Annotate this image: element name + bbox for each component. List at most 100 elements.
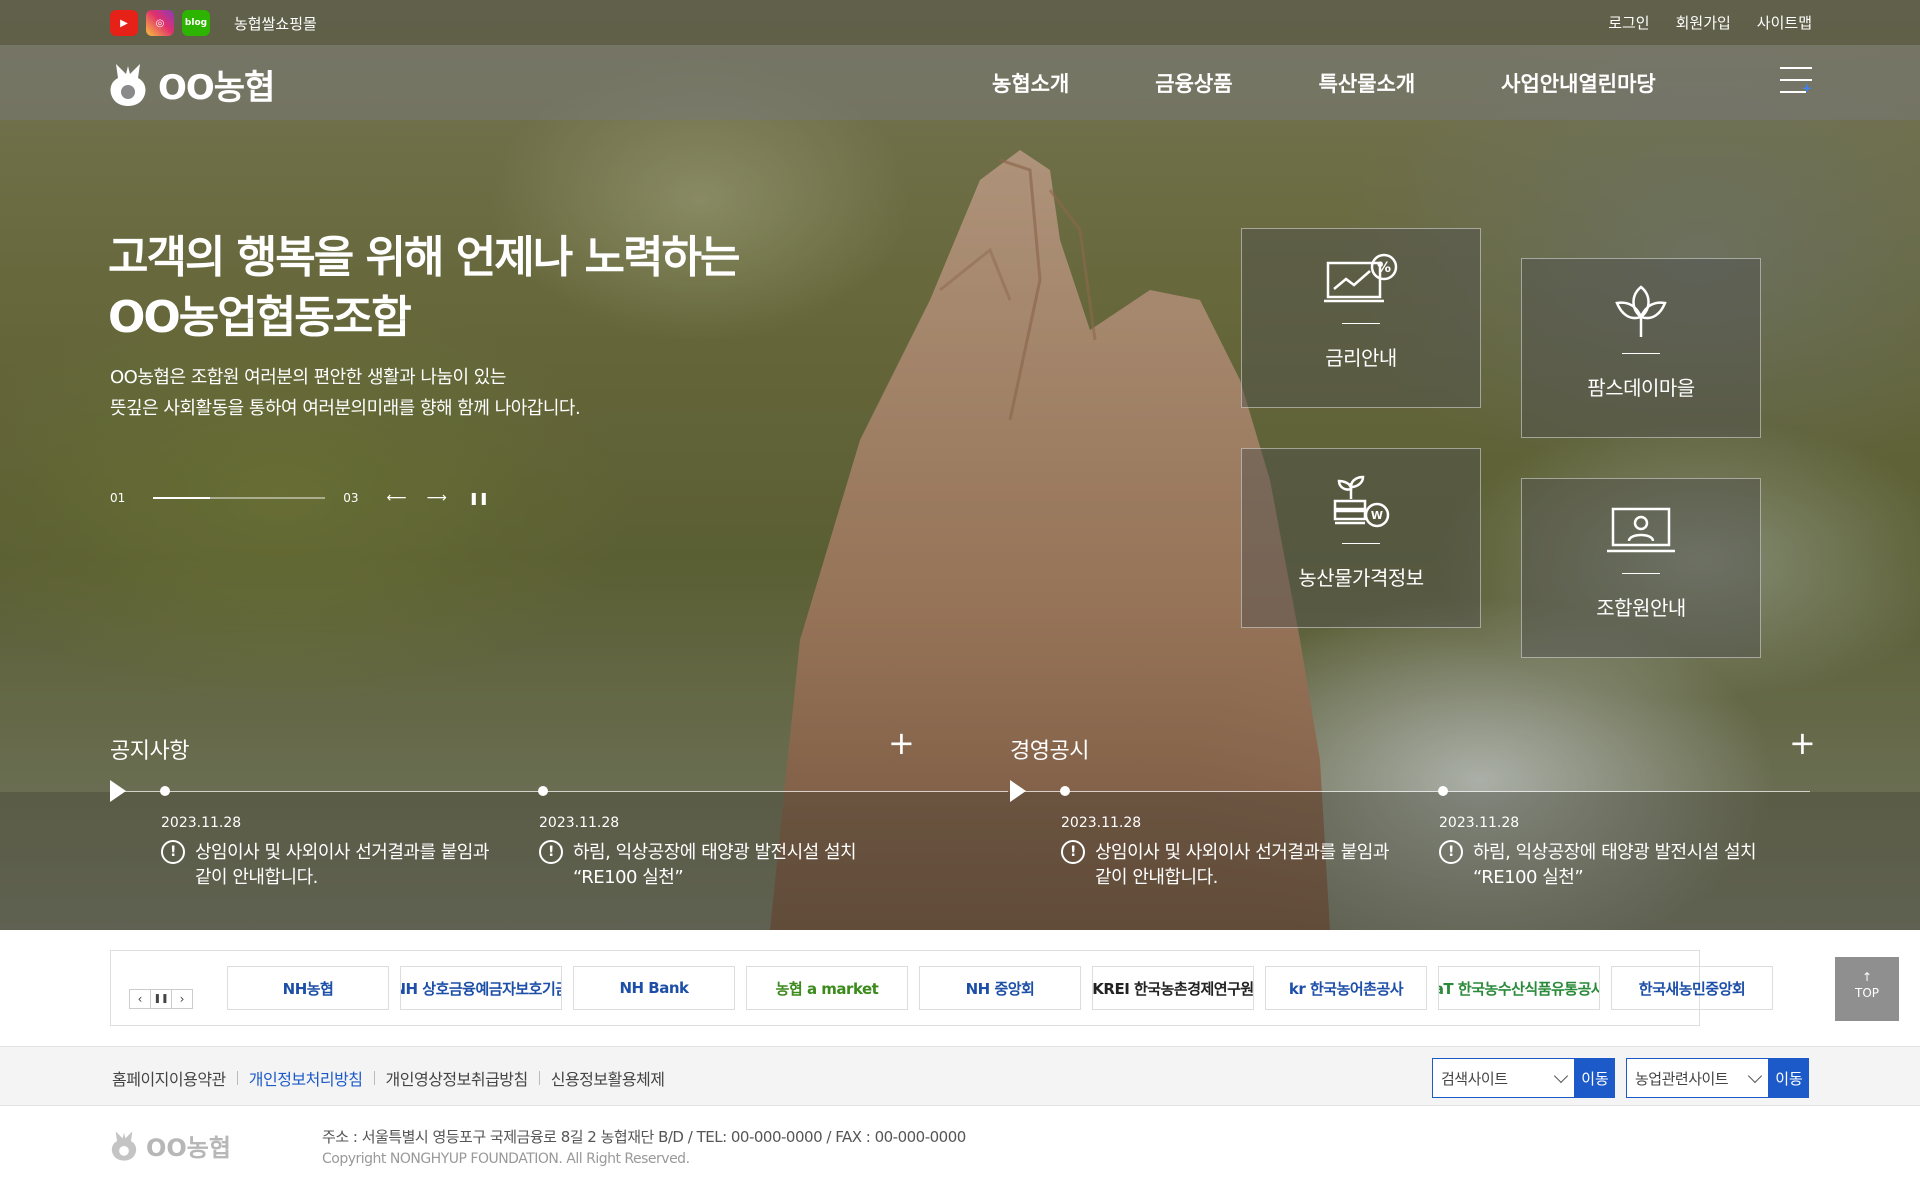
partner-prev-icon[interactable]: ‹ <box>129 989 151 1009</box>
partner-banner-strip: ‹ ❚❚ › NH농협 NH 상호금융예금자보호기금 NH Bank 농협 a mar… <box>110 950 1773 1026</box>
notice-date: 2023.11.28 <box>539 815 620 831</box>
disclosure-item-line1: 상임이사 및 사외이사 선거결과를 붙임과 <box>1095 842 1389 863</box>
member-monitor-icon <box>1607 507 1675 553</box>
hero-title-line1: 고객의 행복을 위해 언제나 노력하는 <box>108 232 740 283</box>
disclosure-dot <box>1060 786 1070 796</box>
notice-item-line2: “RE100 실천” <box>573 867 684 888</box>
plant-leaf-icon <box>1615 285 1667 337</box>
chevron-down-icon <box>1553 1068 1569 1084</box>
partner-logo[interactable]: NH농협 <box>227 966 389 1010</box>
notice-item[interactable]: ! 상임이사 및 사외이사 선거결과를 붙임과 같이 안내합니다. <box>161 840 489 890</box>
partner-logo[interactable]: aT 한국농수산식품유통공사 <box>1438 966 1600 1010</box>
search-site-select: 검색사이트 이동 <box>1432 1058 1615 1098</box>
agri-site-value: 농업관련사이트 <box>1635 1069 1729 1088</box>
disclosure-more-icon[interactable]: + <box>1789 727 1816 759</box>
disclosure-divider <box>1010 791 1810 792</box>
youtube-icon[interactable]: ▶ <box>110 10 138 36</box>
partner-logos: NH농협 NH 상호금융예금자보호기금 NH Bank 농협 a market NH 중… <box>227 966 1773 1010</box>
blog-icon[interactable]: blog <box>182 10 210 36</box>
partner-logo[interactable]: NH 상호금융예금자보호기금 <box>400 966 562 1010</box>
disclosure-item-line1: 하림, 익상공장에 태양광 발전시설 설치 <box>1473 842 1757 863</box>
utility-bar: ▶ ◎ blog 농협쌀쇼핑몰 로그인 회원가입 사이트맵 <box>0 0 1920 45</box>
search-site-dropdown[interactable]: 검색사이트 <box>1432 1058 1575 1098</box>
rice-mall-link[interactable]: 농협쌀쇼핑몰 <box>234 13 317 34</box>
footer-links-bar: 홈페이지이용약관 개인정보처리방침 개인영상정보취급방침 신용정보활용체제 검색… <box>0 1046 1920 1106</box>
main-navigation: OO농협 농협소개 금융상품 특산물소개 사업안내열린마당 + <box>0 45 1920 120</box>
gnb-menu: 농협소개 금융상품 특산물소개 사업안내열린마당 <box>992 68 1742 98</box>
search-site-go-button[interactable]: 이동 <box>1575 1058 1615 1098</box>
alert-circle-icon: ! <box>1439 840 1463 864</box>
notice-more-icon[interactable]: + <box>888 727 915 759</box>
hero-desc-line1: OO농협은 조합원 여러분의 편안한 생활과 나눔이 있는 <box>110 367 506 388</box>
partner-logo[interactable]: NH 중앙회 <box>919 966 1081 1010</box>
link-separator <box>538 1071 540 1085</box>
footer-logo-text: OO농협 <box>146 1134 231 1162</box>
menu-item-finance[interactable]: 금융상품 <box>1155 68 1232 98</box>
notice-date: 2023.11.28 <box>161 815 242 831</box>
sitemap-link[interactable]: 사이트맵 <box>1757 12 1812 33</box>
partner-logo[interactable]: NH Bank <box>573 966 735 1010</box>
partner-logo[interactable]: KREI 한국농촌경제연구원 <box>1092 966 1254 1010</box>
rate-chart-icon: % <box>1324 253 1398 303</box>
back-to-top-button[interactable]: ↑ TOP <box>1835 957 1899 1021</box>
agri-site-go-button[interactable]: 이동 <box>1769 1058 1809 1098</box>
menu-hamburger-icon[interactable]: + <box>1780 67 1812 97</box>
top-label: TOP <box>1854 986 1879 1000</box>
instagram-icon[interactable]: ◎ <box>146 10 174 36</box>
tile-divider <box>1342 543 1380 544</box>
tile-farmsday[interactable]: 팜스데이마을 <box>1521 258 1761 438</box>
chevron-down-icon <box>1747 1068 1763 1084</box>
disclosure-item-line2: 같이 안내합니다. <box>1095 867 1218 888</box>
notice-item[interactable]: ! 하림, 익상공장에 태양광 발전시설 설치 “RE100 실천” <box>539 840 857 890</box>
menu-item-business[interactable]: 사업안내열린마당 <box>1501 68 1656 98</box>
login-link[interactable]: 로그인 <box>1608 12 1649 33</box>
slide-pager: 01 03 ⟵ ⟶ ❚❚ <box>110 490 489 506</box>
agri-site-dropdown[interactable]: 농업관련사이트 <box>1626 1058 1769 1098</box>
slide-progress-fill <box>153 497 211 499</box>
next-slide-icon[interactable]: ⟶ <box>427 490 447 506</box>
partner-logo[interactable]: 농협 a market <box>746 966 908 1010</box>
slide-current: 01 <box>110 491 126 505</box>
alert-circle-icon: ! <box>539 840 563 864</box>
notice-section-title: 공지사항 <box>110 739 189 764</box>
disclosure-item-line2: “RE100 실천” <box>1473 867 1584 888</box>
privacy-policy-link[interactable]: 개인정보처리방침 <box>249 1066 363 1090</box>
notice-item-line2: 같이 안내합니다. <box>195 867 318 888</box>
disclosure-date: 2023.11.28 <box>1061 815 1142 831</box>
prev-slide-icon[interactable]: ⟵ <box>387 490 407 506</box>
slide-progress-bar <box>153 497 326 499</box>
tile-price-info[interactable]: W 농산물가격정보 <box>1241 448 1481 628</box>
disclosure-item[interactable]: ! 상임이사 및 사외이사 선거결과를 붙임과 같이 안내합니다. <box>1061 840 1389 890</box>
tile-label: 금리안내 <box>1325 346 1397 370</box>
footer-copyright: Copyright NONGHYUP FOUNDATION. All Right… <box>322 1151 690 1167</box>
util-links: 로그인 회원가입 사이트맵 <box>1608 12 1812 33</box>
terms-link[interactable]: 홈페이지이용약관 <box>112 1066 226 1090</box>
disclosure-dot <box>1438 786 1448 796</box>
credit-info-link[interactable]: 신용정보활용체제 <box>551 1066 665 1090</box>
menu-item-about[interactable]: 농협소개 <box>992 68 1069 98</box>
site-logo[interactable]: OO농협 <box>108 60 275 109</box>
notice-item-line1: 상임이사 및 사외이사 선거결과를 붙임과 <box>195 842 489 863</box>
svg-text:W: W <box>1371 509 1383 522</box>
notice-divider <box>110 791 1008 792</box>
slide-total: 03 <box>343 491 359 505</box>
partner-pause-icon[interactable]: ❚❚ <box>150 989 172 1009</box>
menu-item-specialty[interactable]: 특산물소개 <box>1319 68 1416 98</box>
tile-divider <box>1622 353 1660 354</box>
video-privacy-link[interactable]: 개인영상정보취급방침 <box>386 1066 529 1090</box>
disclosure-item[interactable]: ! 하림, 익상공장에 태양광 발전시설 설치 “RE100 실천” <box>1439 840 1757 890</box>
search-site-value: 검색사이트 <box>1441 1069 1508 1088</box>
logo-text: OO농협 <box>158 68 275 108</box>
partner-logo[interactable]: kr 한국농어촌공사 <box>1265 966 1427 1010</box>
tile-rate-info[interactable]: % 금리안내 <box>1241 228 1481 408</box>
nh-logo-icon <box>111 1130 137 1161</box>
tile-member-info[interactable]: 조합원안내 <box>1521 478 1761 658</box>
partner-logo[interactable]: 한국새농민중앙회 <box>1611 966 1773 1010</box>
signup-link[interactable]: 회원가입 <box>1676 12 1731 33</box>
sprout-price-icon: W <box>1333 475 1390 528</box>
sns-links: ▶ ◎ blog 농협쌀쇼핑몰 <box>110 10 317 36</box>
tile-label: 농산물가격정보 <box>1298 566 1424 590</box>
partner-next-icon[interactable]: › <box>171 989 193 1009</box>
pause-slide-icon[interactable]: ❚❚ <box>469 491 489 505</box>
footer-address: 주소 : 서울특별시 영등포구 국제금융로 8길 2 농협재단 B/D / TE… <box>322 1128 966 1146</box>
